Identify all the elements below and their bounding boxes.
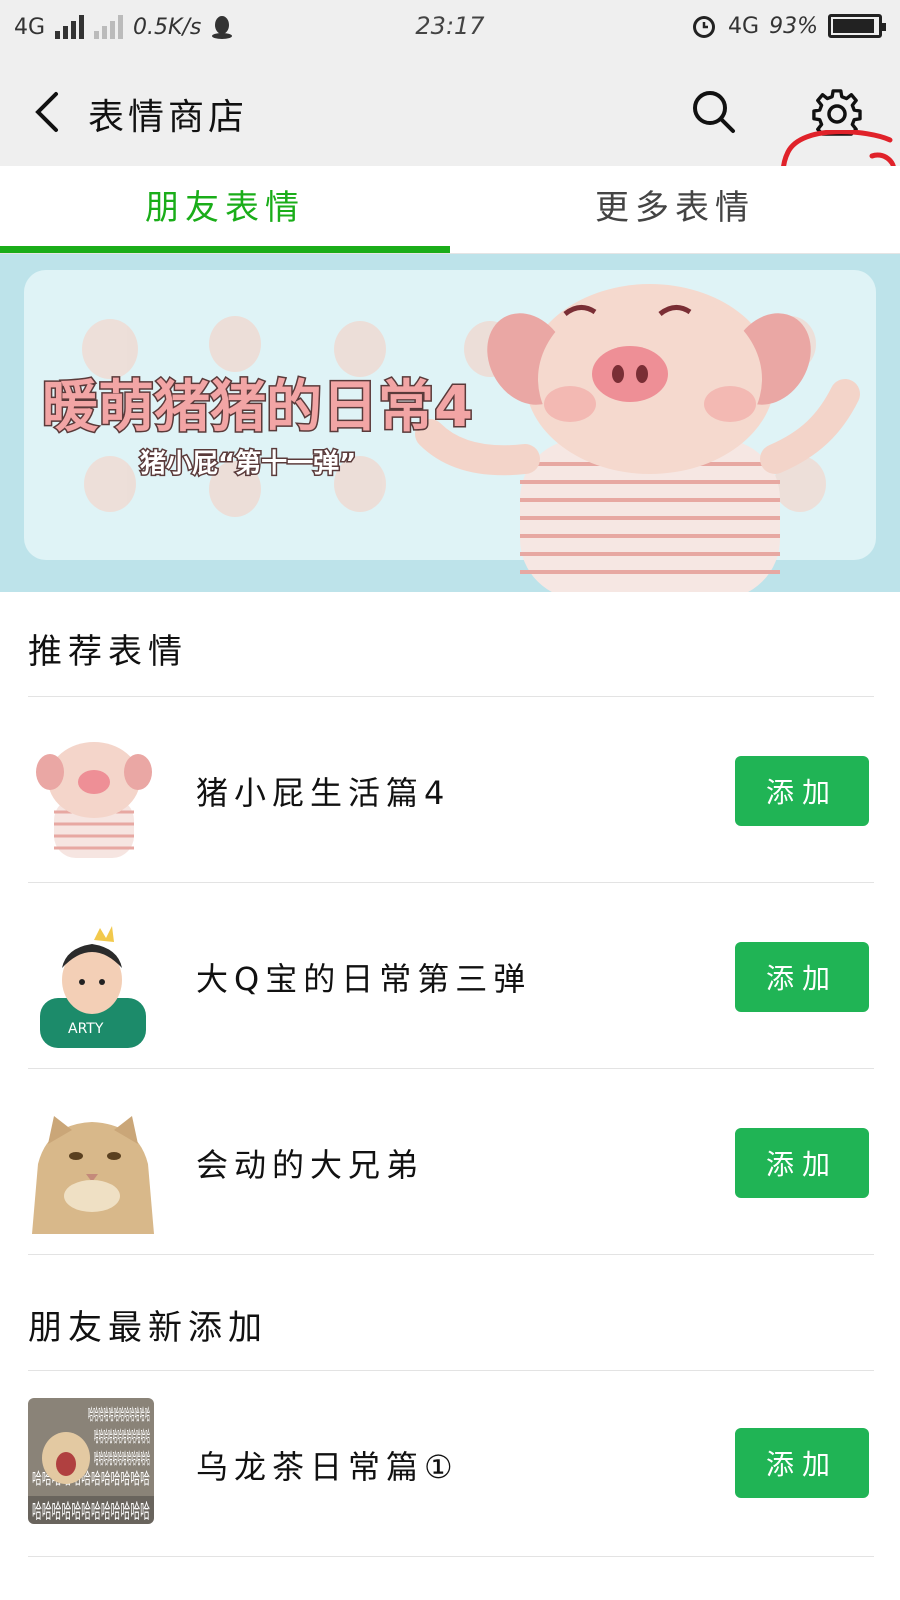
sticker-thumbnail-cat-laughing: 哈哈哈哈哈哈哈哈哈哈哈哈 哈哈哈哈哈哈哈哈哈哈哈哈 哈哈哈哈哈哈哈哈哈哈哈哈 哈… [28, 1398, 154, 1524]
add-button[interactable]: 添加 [735, 756, 869, 826]
add-button[interactable]: 添加 [735, 942, 869, 1012]
tab-more-stickers[interactable]: 更多表情 [450, 166, 900, 254]
svg-text:ARTY: ARTY [68, 1021, 104, 1037]
divider [28, 1556, 874, 1557]
sticker-row[interactable]: 哈哈哈哈哈哈哈哈哈哈哈哈 哈哈哈哈哈哈哈哈哈哈哈哈 哈哈哈哈哈哈哈哈哈哈哈哈 哈… [0, 1372, 900, 1560]
sticker-row[interactable]: 猪小屁生活篇4 添加 [0, 698, 900, 886]
chevron-left-icon[interactable] [28, 88, 68, 136]
section-title-friends-latest: 朋友最新添加 [28, 1308, 268, 1348]
thumb-text: 哈哈哈哈哈哈哈哈哈哈哈哈 [32, 1499, 150, 1523]
alarm-icon [693, 16, 716, 38]
sticker-name: 猪小屁生活篇4 [196, 774, 451, 812]
tab-friends-stickers[interactable]: 朋友表情 [0, 166, 450, 254]
banner-artwork: 暖萌猪猪的日常4 猪小屁“第十一弹” [0, 254, 900, 592]
tab-indicator [0, 246, 450, 253]
divider [28, 882, 874, 883]
section-title-recommended: 推荐表情 [28, 632, 188, 672]
battery-text: 93% [769, 13, 818, 39]
sticker-row[interactable]: ARTY 大Q宝的日常第三弹 添加 [0, 884, 900, 1072]
sticker-thumbnail-baby: ARTY [28, 918, 158, 1048]
banner-subtitle: 猪小屁“第十一弹” [140, 448, 356, 479]
status-bar: 4G 0.5K/s 23:17 4G 93% [0, 0, 900, 58]
banner-title: 暖萌猪猪的日常4 [42, 375, 473, 440]
divider [28, 696, 874, 697]
sticker-thumbnail-pig [28, 732, 158, 862]
divider [28, 1370, 874, 1371]
add-button[interactable]: 添加 [735, 1428, 869, 1498]
tab-bar: 朋友表情 更多表情 [0, 166, 900, 254]
thumb-text: 哈哈哈哈哈哈哈哈哈哈哈哈 [94, 1449, 150, 1468]
network-type-right: 4G [728, 13, 760, 39]
add-button[interactable]: 添加 [735, 1128, 869, 1198]
promo-banner[interactable]: 暖萌猪猪的日常4 猪小屁“第十一弹” [0, 254, 900, 592]
divider [28, 1068, 874, 1069]
thumb-text: 哈哈哈哈哈哈哈哈哈哈哈哈 [94, 1427, 150, 1446]
sticker-row[interactable]: 会动的大兄弟 添加 [0, 1070, 900, 1258]
battery-icon [828, 14, 886, 38]
page-title: 表情商店 [88, 97, 249, 138]
search-icon[interactable] [690, 88, 736, 134]
status-right: 4G 93% [690, 12, 886, 40]
sticker-name: 大Q宝的日常第三弹 [196, 960, 532, 998]
thumb-text: 哈哈哈哈哈哈哈哈哈哈哈哈 [88, 1405, 150, 1424]
sticker-thumbnail-cat [28, 1104, 158, 1234]
divider [28, 1254, 874, 1255]
title-bar: 表情商店 [0, 58, 900, 219]
sticker-name: 会动的大兄弟 [196, 1146, 425, 1184]
sticker-name: 乌龙茶日常篇① [196, 1448, 459, 1486]
